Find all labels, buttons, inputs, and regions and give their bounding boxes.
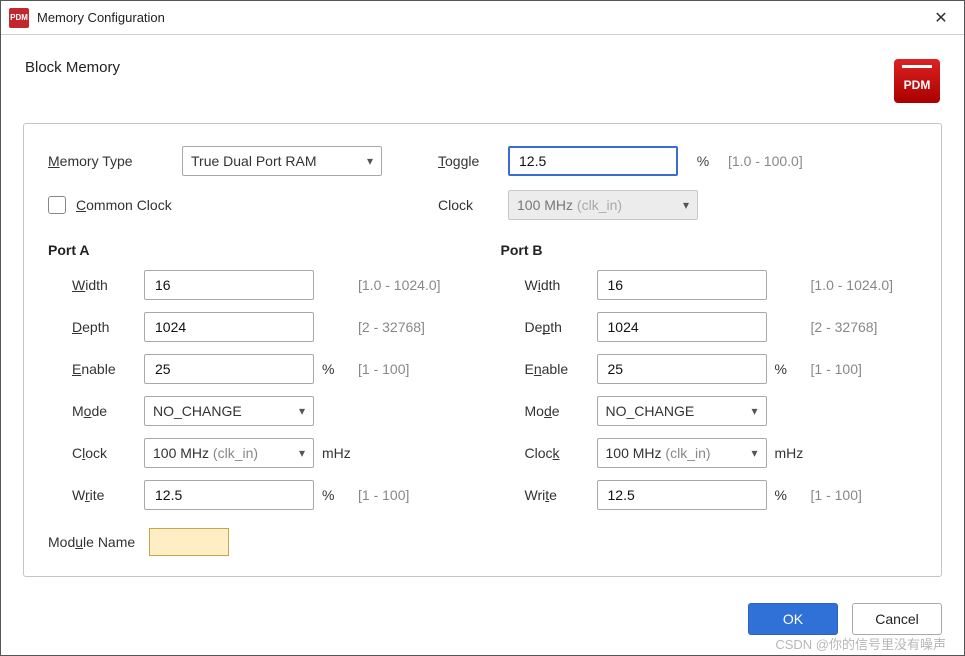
chevron-down-icon: ▾ <box>751 446 757 460</box>
portb-depth-range: [2 - 32768] <box>805 319 878 335</box>
portb-width-input[interactable] <box>597 270 767 300</box>
portb-enable-range: [1 - 100] <box>805 361 862 377</box>
module-name-row: Module Name <box>48 528 917 556</box>
portb-enable-input[interactable] <box>597 354 767 384</box>
porta-width-input[interactable] <box>144 270 314 300</box>
porta-depth-input[interactable] <box>144 312 314 342</box>
module-name-label: Module Name <box>48 534 135 550</box>
toggle-range: [1.0 - 100.0] <box>728 153 803 169</box>
close-icon[interactable]: ✕ <box>918 1 964 34</box>
toggle-input[interactable] <box>508 146 678 176</box>
portb-width-label: Width <box>501 277 597 293</box>
common-clock-label: Common Clock <box>76 197 172 213</box>
toggle-suffix: % <box>694 153 712 169</box>
row-common-clock: Common Clock Clock 100 MHz (clk_in) ▾ <box>48 190 917 220</box>
clock-label: Clock <box>438 197 492 213</box>
app-icon: PDM <box>9 8 29 28</box>
ok-button[interactable]: OK <box>748 603 838 635</box>
porta-enable-range: [1 - 100] <box>352 361 409 377</box>
porta-mode-label: Mode <box>48 403 144 419</box>
port-b-title: Port B <box>501 242 918 258</box>
porta-write-range: [1 - 100] <box>352 487 409 503</box>
portb-depth-input[interactable] <box>597 312 767 342</box>
port-a: Port A Width [1.0 - 1024.0] Depth [2 - 3… <box>48 242 465 522</box>
porta-depth-label: Depth <box>48 319 144 335</box>
porta-enable-input[interactable] <box>144 354 314 384</box>
portb-write-range: [1 - 100] <box>805 487 862 503</box>
porta-depth-range: [2 - 32768] <box>352 319 425 335</box>
porta-write-input[interactable] <box>144 480 314 510</box>
portb-width-range: [1.0 - 1024.0] <box>805 277 894 293</box>
ports-container: Port A Width [1.0 - 1024.0] Depth [2 - 3… <box>48 242 917 522</box>
portb-write-input[interactable] <box>597 480 767 510</box>
porta-mode-select[interactable]: NO_CHANGE ▾ <box>144 396 314 426</box>
page-title: Block Memory <box>25 59 120 76</box>
portb-mode-label: Mode <box>501 403 597 419</box>
footer-buttons: OK Cancel <box>748 603 942 635</box>
portb-mode-select[interactable]: NO_CHANGE ▾ <box>597 396 767 426</box>
portb-clock-label: Clock <box>501 445 597 461</box>
window-title: Memory Configuration <box>37 10 918 25</box>
chevron-down-icon: ▾ <box>299 404 305 418</box>
porta-width-range: [1.0 - 1024.0] <box>352 277 441 293</box>
porta-width-label: Width <box>48 277 144 293</box>
toggle-label: Toggle <box>438 153 492 169</box>
port-b: Port B Width [1.0 - 1024.0] Depth [2 - 3… <box>501 242 918 522</box>
chevron-down-icon: ▾ <box>683 198 689 212</box>
porta-enable-label: Enable <box>48 361 144 377</box>
chevron-down-icon: ▾ <box>299 446 305 460</box>
porta-clock-select[interactable]: 100 MHz (clk_in) ▾ <box>144 438 314 468</box>
memory-type-label: Memory Type <box>48 153 166 169</box>
watermark-text: CSDN @你的信号里没有噪声 <box>775 634 946 653</box>
config-panel: Memory Type True Dual Port RAM ▾ Toggle … <box>23 123 942 577</box>
chevron-down-icon: ▾ <box>367 154 373 168</box>
clock-select: 100 MHz (clk_in) ▾ <box>508 190 698 220</box>
portb-enable-label: Enable <box>501 361 597 377</box>
portb-depth-label: Depth <box>501 319 597 335</box>
port-a-title: Port A <box>48 242 465 258</box>
porta-write-label: Write <box>48 487 144 503</box>
header: Block Memory PDM <box>1 35 964 109</box>
cancel-button[interactable]: Cancel <box>852 603 942 635</box>
row-memory-toggle: Memory Type True Dual Port RAM ▾ Toggle … <box>48 146 917 176</box>
memory-type-select[interactable]: True Dual Port RAM ▾ <box>182 146 382 176</box>
chevron-down-icon: ▾ <box>751 404 757 418</box>
common-clock-checkbox[interactable] <box>48 196 66 214</box>
module-name-input[interactable] <box>149 528 229 556</box>
porta-clock-label: Clock <box>48 445 144 461</box>
brand-logo: PDM <box>894 59 940 103</box>
portb-write-label: Write <box>501 487 597 503</box>
portb-clock-select[interactable]: 100 MHz (clk_in) ▾ <box>597 438 767 468</box>
titlebar: PDM Memory Configuration ✕ <box>1 1 964 35</box>
dialog-window: PDM Memory Configuration ✕ Block Memory … <box>0 0 965 656</box>
